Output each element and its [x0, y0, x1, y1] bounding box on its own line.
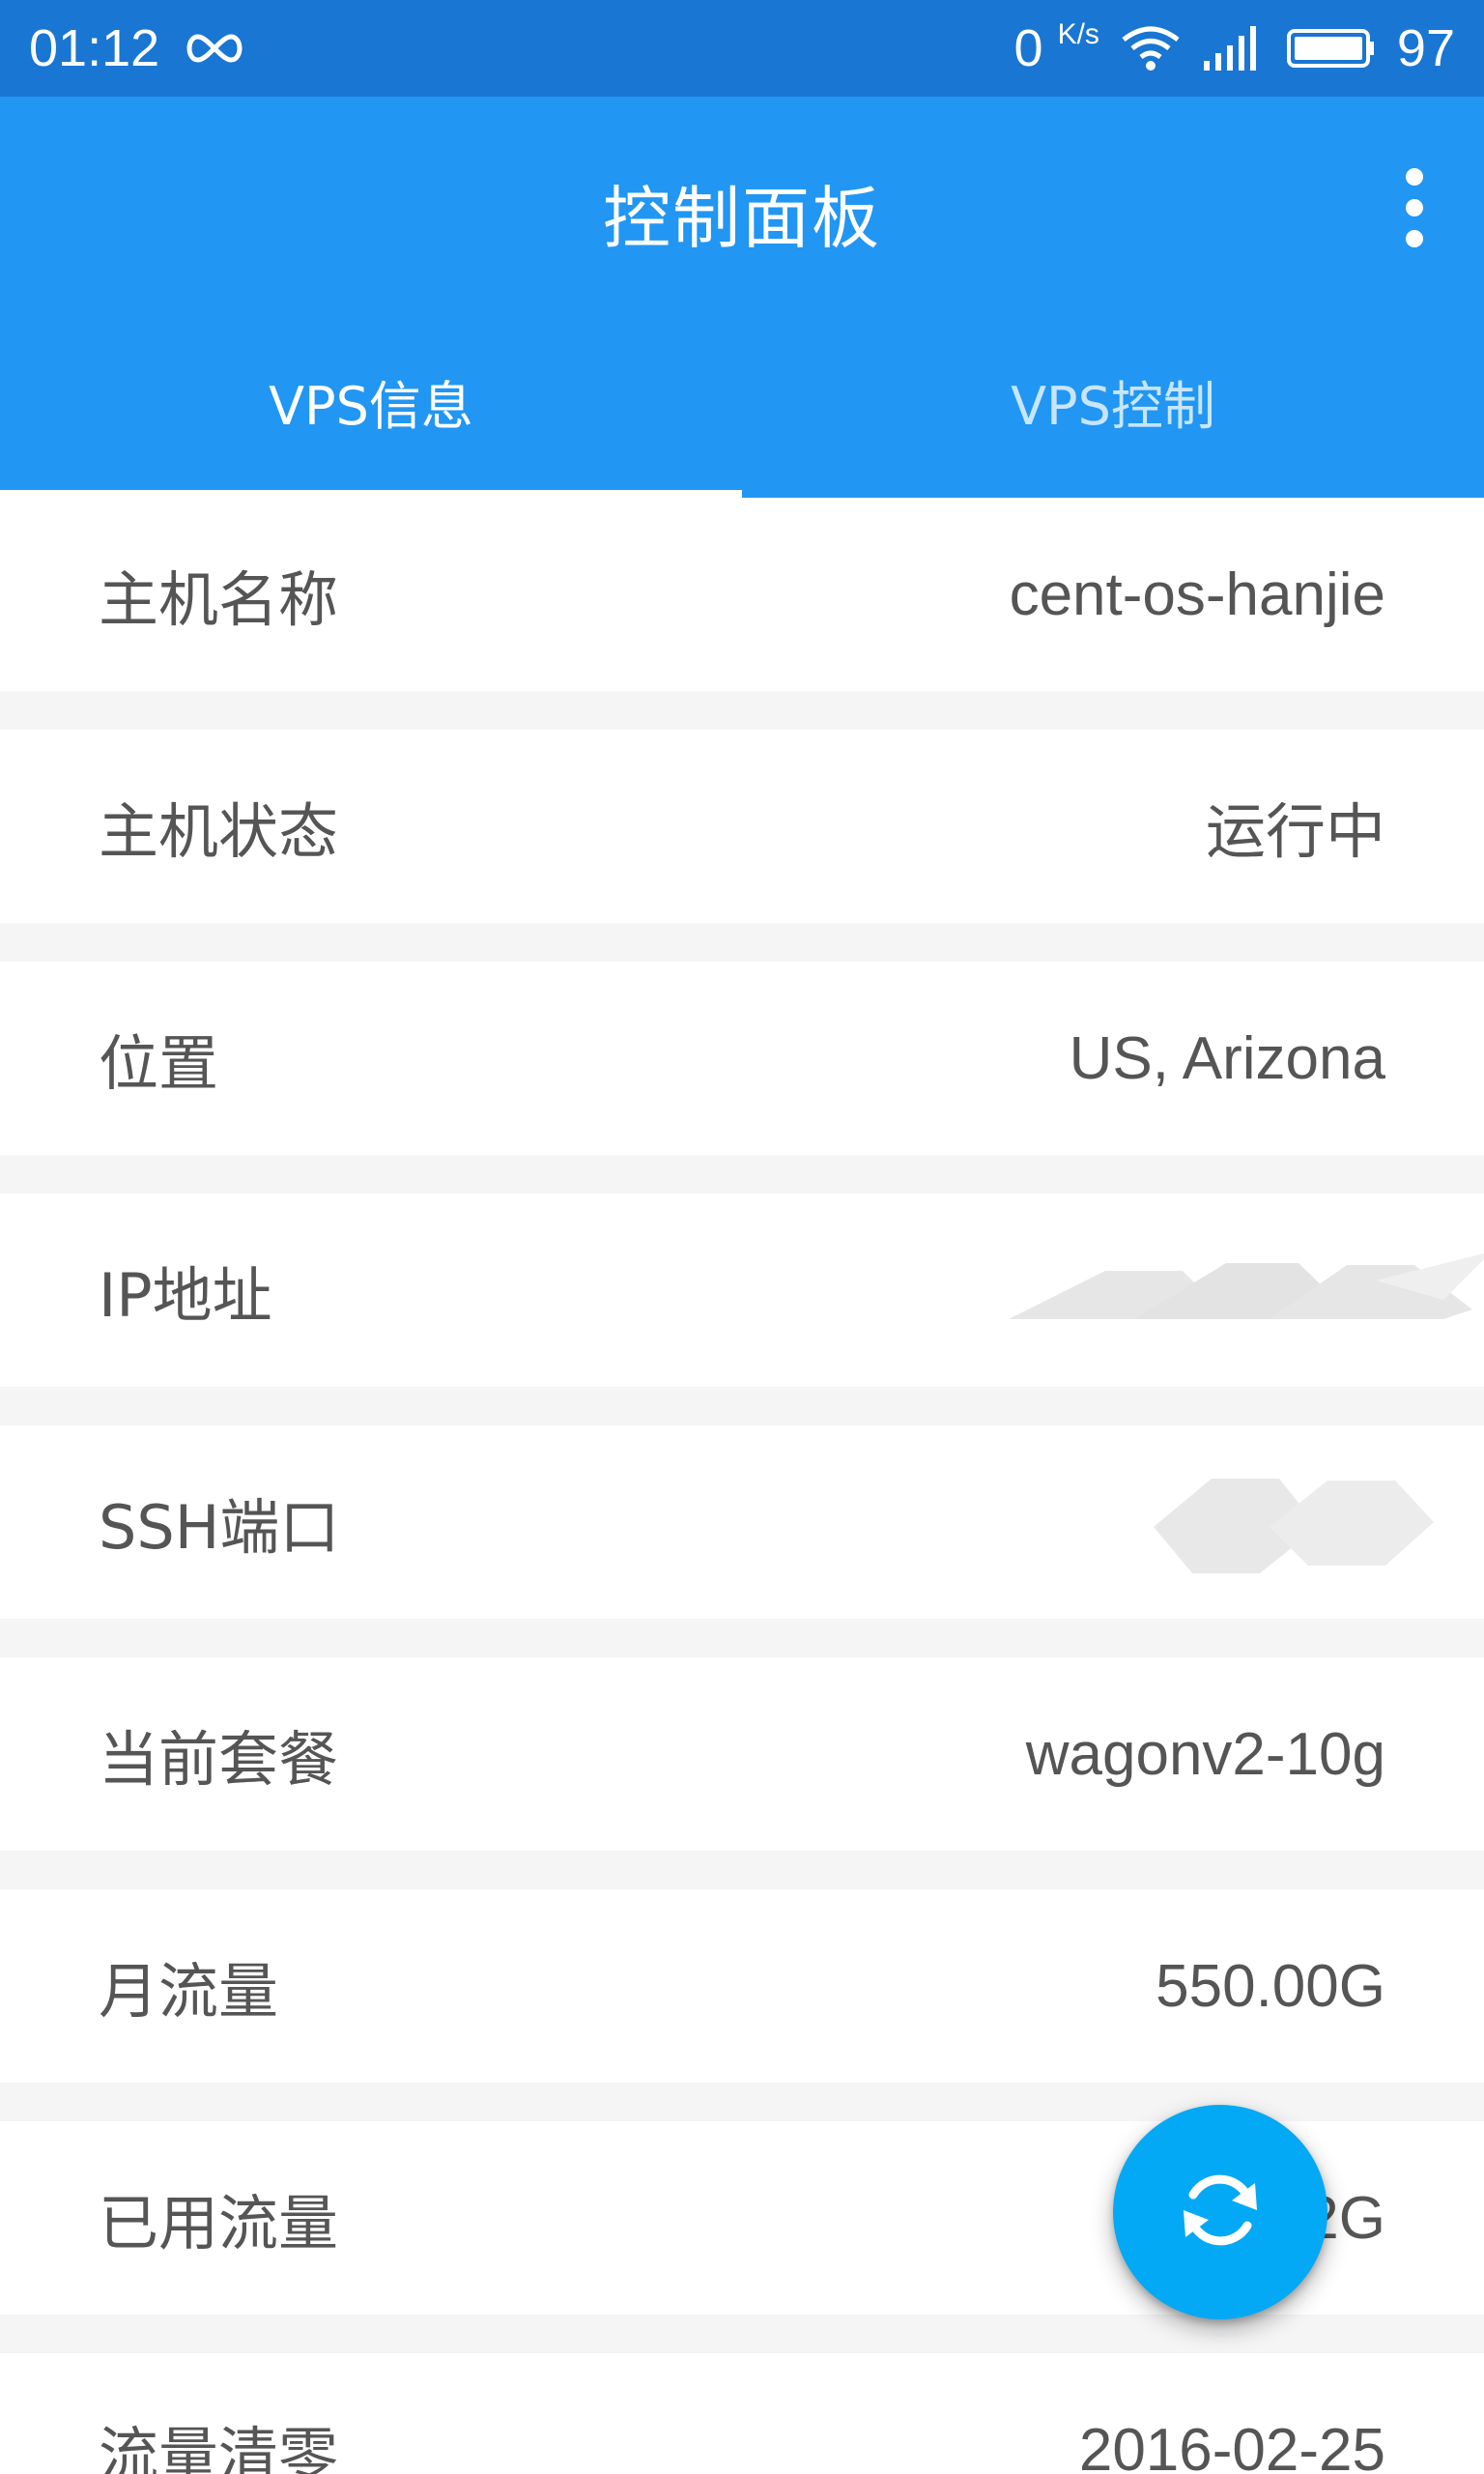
- tab-vps-control[interactable]: VPS控制: [742, 304, 1484, 498]
- monthly-traffic-label: 月流量: [99, 1956, 279, 2027]
- battery-level: 97: [1396, 19, 1455, 77]
- status-bar: 01:12 0 K/s 97: [0, 0, 1484, 97]
- status-value: 运行中: [1205, 799, 1385, 866]
- app-bar: 控制面板 VPS信息 VPS控制: [0, 97, 1484, 498]
- page-title: 控制面板: [603, 179, 881, 258]
- wifi-icon: [1121, 24, 1181, 72]
- tab-vps-info[interactable]: VPS信息: [0, 304, 742, 498]
- plan-value: wagonv2-10g: [1025, 1720, 1385, 1788]
- hostname-value: cent-os-hanjie: [1009, 561, 1385, 628]
- network-speed-value: 0: [1013, 19, 1043, 77]
- tab-vps-info-label: VPS信息: [269, 375, 473, 437]
- tab-indicator: [0, 490, 742, 498]
- redaction-blob: [1154, 1469, 1434, 1575]
- list-item-plan: 当前套餐 wagonv2-10g: [0, 1657, 1484, 1851]
- list-item-monthly-traffic: 月流量 550.00G: [0, 1889, 1484, 2083]
- infinity-icon: [181, 31, 248, 66]
- location-label: 位置: [99, 1028, 219, 1099]
- tab-vps-control-label: VPS控制: [1011, 375, 1215, 437]
- redaction-blob: [989, 1251, 1484, 1329]
- hostname-label: 主机名称: [99, 564, 339, 635]
- list-item-traffic-reset: 流量清零 2016-02-25: [0, 2353, 1484, 2474]
- list-item-ip: IP地址: [0, 1194, 1484, 1387]
- battery-icon: [1286, 27, 1376, 70]
- list-item-location: 位置 US, Arizona: [0, 962, 1484, 1155]
- ssh-port-value-redacted: [1154, 1469, 1434, 1575]
- list-item-hostname: 主机名称 cent-os-hanjie: [0, 498, 1484, 691]
- plan-label: 当前套餐: [99, 1724, 339, 1795]
- signal-icon: [1202, 24, 1266, 72]
- refresh-icon: [1172, 2162, 1269, 2262]
- traffic-reset-value: 2016-02-25: [1078, 2416, 1385, 2474]
- network-speed-unit: K/s: [1057, 18, 1099, 50]
- network-speed: 0 K/s: [1014, 18, 1099, 78]
- refresh-button[interactable]: [1113, 2105, 1327, 2319]
- status-left: 01:12: [29, 18, 248, 78]
- status-right: 0 K/s 97: [1014, 18, 1456, 78]
- traffic-reset-label: 流量清零: [99, 2420, 339, 2474]
- list-item-ssh-port: SSH端口: [0, 1425, 1484, 1619]
- tab-bar: VPS信息 VPS控制: [0, 304, 1484, 498]
- status-label: 主机状态: [99, 796, 339, 867]
- ip-label: IP地址: [99, 1260, 272, 1331]
- location-value: US, Arizona: [1069, 1024, 1385, 1092]
- status-time: 01:12: [29, 19, 160, 77]
- monthly-traffic-value: 550.00G: [1156, 1952, 1385, 2020]
- used-traffic-label: 已用流量: [99, 2188, 339, 2258]
- ip-value-redacted: [989, 1251, 1484, 1329]
- more-vert-icon[interactable]: [1385, 164, 1443, 251]
- list-item-status: 主机状态 运行中: [0, 730, 1484, 923]
- ssh-port-label: SSH端口: [99, 1492, 340, 1563]
